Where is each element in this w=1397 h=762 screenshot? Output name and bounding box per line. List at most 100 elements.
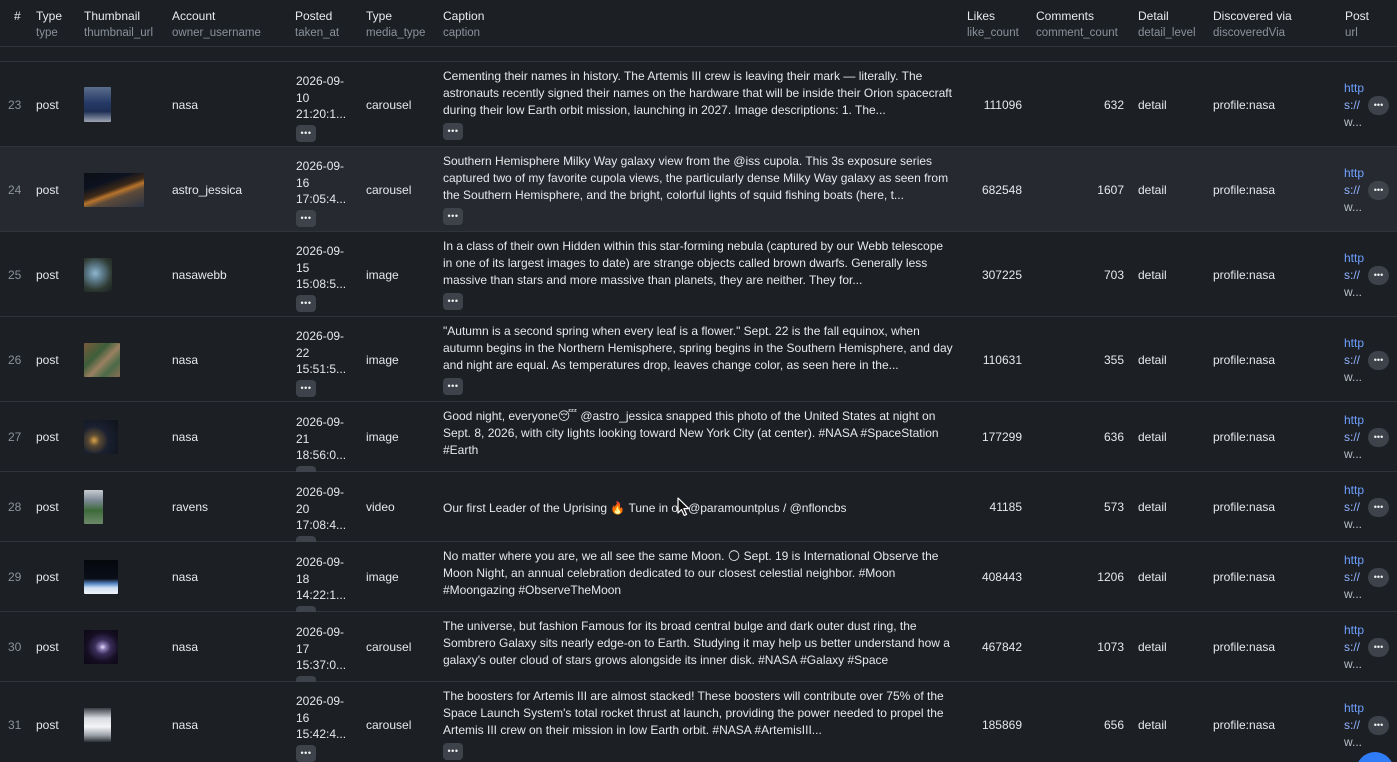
detail-level-cell: detail — [1138, 353, 1167, 367]
caption-text: In a class of their own Hidden within th… — [443, 239, 944, 287]
caption-more-button[interactable] — [443, 208, 463, 225]
post-url-link[interactable]: http s:// w... — [1344, 412, 1368, 463]
row-actions-button[interactable] — [1368, 716, 1389, 735]
date-more-button[interactable] — [296, 209, 316, 227]
post-url-link[interactable]: http s:// w... — [1344, 482, 1368, 533]
date-more-button[interactable] — [296, 379, 316, 397]
caption-text: "Autumn is a second spring when every le… — [443, 324, 953, 372]
caption-more-button[interactable] — [443, 743, 463, 760]
thumbnail-image[interactable] — [84, 560, 118, 594]
post-url-link[interactable]: http s:// w... — [1344, 622, 1368, 673]
caption-more-button[interactable] — [443, 123, 463, 140]
posted-date-line: 2026-09- — [296, 555, 345, 569]
header-post-url[interactable]: Post url — [1345, 8, 1369, 42]
header-posted[interactable]: Posted taken_at — [295, 8, 339, 42]
header-thumbnail[interactable]: Thumbnail thumbnail_url — [84, 8, 153, 42]
thumbnail-image[interactable] — [84, 343, 120, 377]
header-likes[interactable]: Likes like_count — [967, 8, 1019, 42]
type-cell: post — [36, 183, 59, 197]
comment-count-cell: 636 — [1103, 430, 1124, 444]
post-url-link[interactable]: http s:// w... — [1344, 552, 1368, 603]
caption-more-button[interactable] — [443, 378, 463, 395]
date-more-button[interactable] — [296, 124, 316, 142]
post-url-link[interactable]: http s:// w... — [1344, 700, 1368, 751]
thumbnail-image[interactable] — [84, 490, 103, 524]
media-type-cell: image — [366, 268, 399, 282]
thumbnail-image[interactable] — [84, 420, 118, 454]
date-more-button[interactable] — [296, 294, 316, 312]
detail-level-cell: detail — [1138, 570, 1167, 584]
header-discovered-via[interactable]: Discovered via discoveredVia — [1213, 8, 1292, 42]
thumbnail-image[interactable] — [84, 258, 112, 292]
account-cell[interactable]: nasa — [172, 98, 198, 112]
post-url-link[interactable]: http s:// w... — [1344, 250, 1368, 301]
row-actions-button[interactable] — [1368, 351, 1389, 370]
account-cell[interactable]: nasa — [172, 718, 198, 732]
post-url-link[interactable]: http s:// w... — [1344, 165, 1368, 216]
discovered-via-cell: profile:nasa — [1213, 98, 1276, 112]
row-actions-button[interactable] — [1368, 428, 1389, 447]
row-actions-button[interactable] — [1368, 638, 1389, 657]
account-cell[interactable]: astro_jessica — [172, 183, 242, 197]
caption-text: Our first Leader of the Uprising 🔥 Tune … — [443, 501, 847, 515]
type-cell: post — [36, 268, 59, 282]
type-cell: post — [36, 640, 59, 654]
header-type[interactable]: Type type — [36, 8, 62, 42]
account-cell[interactable]: nasa — [172, 640, 198, 654]
thumbnail-image[interactable] — [84, 630, 118, 664]
posted-date-line: 16 — [296, 710, 310, 725]
comment-count-cell: 1206 — [1097, 570, 1124, 584]
table-row[interactable]: 27 post nasa 2026-09- 21 18:56:0... image Good … — [0, 402, 1397, 483]
row-actions-button[interactable] — [1368, 181, 1389, 200]
table-row[interactable]: 23 post nasa 2026-09- 10 21:20:1... carousel Ce… — [0, 62, 1397, 147]
post-url-line: s:// — [1344, 640, 1361, 654]
row-number: 25 — [8, 268, 22, 282]
account-cell[interactable]: nasa — [172, 353, 198, 367]
posted-date-line: 20 — [296, 501, 310, 516]
table-row[interactable]: 24 post astro_jessica 2026-09- 16 17:05:4... c… — [0, 147, 1397, 232]
account-cell[interactable]: nasa — [172, 430, 198, 444]
posted-date-line: 2026-09- — [296, 625, 345, 639]
post-url-link[interactable]: http s:// w... — [1344, 335, 1368, 386]
discovered-via-cell: profile:nasa — [1213, 268, 1276, 282]
header-account[interactable]: Account owner_username — [172, 8, 261, 42]
post-url-line: s:// — [1344, 500, 1361, 514]
caption-more-button[interactable] — [443, 293, 463, 310]
row-actions-button[interactable] — [1368, 498, 1389, 517]
header-detail[interactable]: Detail detail_level — [1138, 8, 1196, 42]
posted-date-line: 15:51:5... — [296, 362, 347, 376]
posted-date-line: 10 — [296, 90, 310, 105]
posted-date-line: 15 — [296, 260, 310, 275]
like-count-cell: 111096 — [983, 98, 1022, 112]
header-comments[interactable]: Comments comment_count — [1036, 8, 1118, 42]
caption-cell: No matter where you are, we all see the … — [443, 548, 953, 599]
post-url-line: w... — [1344, 447, 1363, 461]
table-row[interactable]: 29 post nasa 2026-09- 18 14:22:1... image No ma… — [0, 542, 1397, 623]
posted-date-cell: 2026-09- 16 17:05:4... — [296, 158, 358, 227]
account-cell[interactable]: nasa — [172, 570, 198, 584]
row-number: 26 — [8, 353, 22, 367]
account-cell[interactable]: ravens — [172, 500, 208, 514]
row-actions-button[interactable] — [1368, 568, 1389, 587]
row-actions-button[interactable] — [1368, 96, 1389, 115]
like-count-cell: 110631 — [982, 353, 1022, 367]
post-url-link[interactable]: http s:// w... — [1344, 80, 1368, 131]
discovered-via-cell: profile:nasa — [1213, 500, 1276, 514]
date-more-button[interactable] — [296, 744, 316, 762]
header-media-type[interactable]: Type media_type — [366, 8, 425, 42]
posted-date-line: 2026-09- — [296, 244, 345, 258]
header-caption[interactable]: Caption caption — [443, 8, 484, 42]
caption-text: Cementing their names in history. The Ar… — [443, 69, 952, 117]
table-row[interactable]: 30 post nasa 2026-09- 17 15:37:0... carousel Th… — [0, 612, 1397, 693]
table-row[interactable]: 28 post ravens 2026-09- 20 17:08:4... video Our… — [0, 472, 1397, 553]
table-row[interactable]: 31 post nasa 2026-09- 16 15:42:4... carousel Th… — [0, 682, 1397, 762]
post-url-line: s:// — [1344, 98, 1361, 112]
row-actions-button[interactable] — [1368, 266, 1389, 285]
table-row[interactable]: 25 post nasawebb 2026-09- 15 15:08:5... image I… — [0, 232, 1397, 317]
thumbnail-image[interactable] — [84, 173, 144, 207]
account-cell[interactable]: nasawebb — [172, 268, 227, 282]
table-row[interactable]: 26 post nasa 2026-09- 22 15:51:5... image "Autu… — [0, 317, 1397, 402]
thumbnail-image[interactable] — [84, 87, 111, 122]
thumbnail-image[interactable] — [84, 708, 111, 742]
post-url-line: http — [1344, 336, 1365, 350]
